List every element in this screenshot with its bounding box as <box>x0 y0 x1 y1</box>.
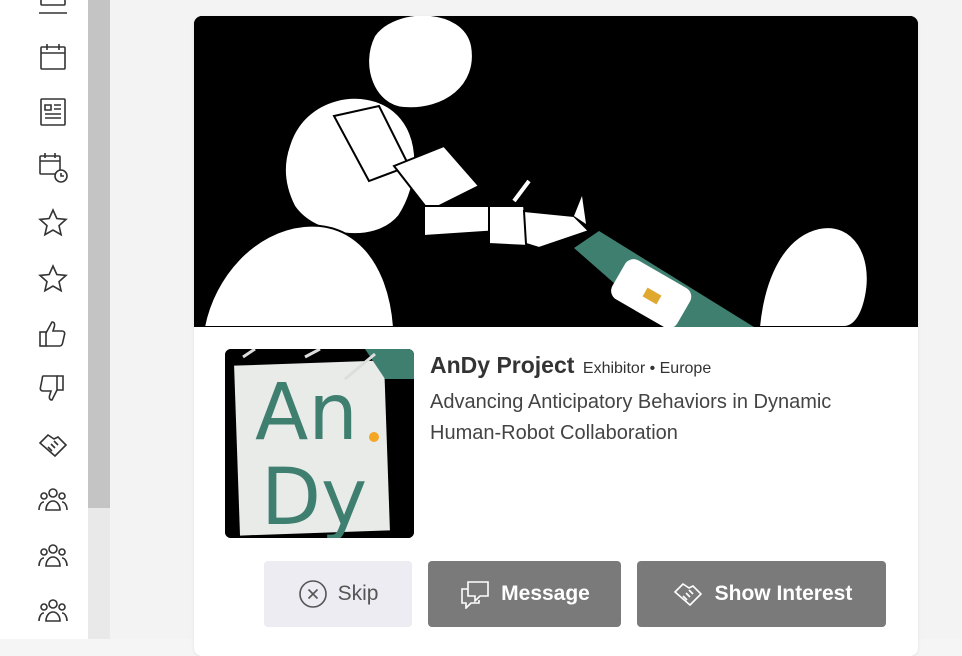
document-list-icon <box>40 98 66 126</box>
handshake-icon <box>671 578 705 610</box>
exhibitor-card: An Dy AnDy Project Exhibitor • Europe Ad… <box>194 16 918 656</box>
logo-text-dy: Dy <box>261 453 367 538</box>
presentation-icon <box>39 0 67 14</box>
andy-logo-image: An Dy <box>225 349 414 538</box>
exhibitor-logo: An Dy <box>225 349 414 538</box>
star-icon <box>38 264 68 293</box>
sidebar-item-groups-3[interactable] <box>36 594 70 628</box>
calendar-icon <box>40 44 66 70</box>
message-button[interactable]: Message <box>428 561 621 627</box>
skip-button[interactable]: Skip <box>264 561 412 627</box>
message-label: Message <box>501 582 590 605</box>
group-icon <box>38 599 68 622</box>
exhibitor-meta: Exhibitor • Europe <box>582 360 712 377</box>
group-icon <box>38 488 68 511</box>
sidebar-item-favorites[interactable] <box>36 206 70 240</box>
exhibitor-title-line: AnDy Project Exhibitor • Europe <box>430 352 711 379</box>
thumbs-up-icon <box>39 321 66 347</box>
sidebar-item-likes[interactable] <box>36 317 70 351</box>
show-interest-label: Show Interest <box>714 582 853 605</box>
chat-bubbles-icon <box>459 579 491 609</box>
sidebar-item-schedule[interactable] <box>36 150 70 184</box>
show-interest-button[interactable]: Show Interest <box>637 561 886 627</box>
thumbs-down-icon <box>39 375 64 401</box>
robot-illustration <box>194 16 918 327</box>
handshake-icon <box>38 433 68 458</box>
sidebar-item-presentation[interactable] <box>36 0 70 20</box>
sidebar-item-groups[interactable] <box>36 483 70 517</box>
sidebar-item-favorites-2[interactable] <box>36 262 70 296</box>
sidebar-item-calendar[interactable] <box>36 40 70 74</box>
star-icon <box>38 208 68 237</box>
banner-image <box>194 16 918 327</box>
sidebar-item-documents[interactable] <box>36 95 70 129</box>
exhibitor-description: Advancing Anticipatory Behaviors in Dyna… <box>430 391 832 444</box>
logo-text-an: An <box>255 368 358 458</box>
group-icon <box>38 544 68 567</box>
skip-label: Skip <box>337 582 379 605</box>
sidebar <box>0 0 88 639</box>
sidebar-item-dislikes[interactable] <box>36 371 70 405</box>
sidebar-item-interests[interactable] <box>36 428 70 462</box>
calendar-clock-icon <box>39 153 68 183</box>
sidebar-item-groups-2[interactable] <box>36 539 70 573</box>
sidebar-scrollbar-thumb[interactable] <box>88 0 110 508</box>
exhibitor-name[interactable]: AnDy Project <box>430 352 574 378</box>
close-circle-icon <box>298 579 328 609</box>
